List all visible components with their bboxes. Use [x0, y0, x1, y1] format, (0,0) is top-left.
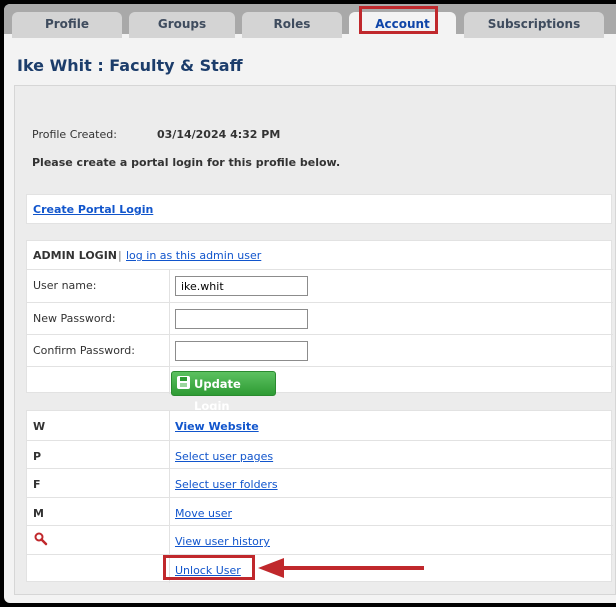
action-code: M — [33, 507, 44, 520]
move-user-link[interactable]: Move user — [175, 507, 232, 520]
header-separator: | — [118, 249, 122, 262]
confirm-password-field[interactable] — [175, 341, 308, 361]
confirm-password-row: Confirm Password: — [27, 334, 613, 366]
select-user-folders-link[interactable]: Select user folders — [175, 478, 278, 491]
page-title: Ike Whit : Faculty & Staff — [17, 56, 243, 75]
tab-profile[interactable]: Profile — [12, 12, 122, 38]
admin-login-heading: ADMIN LOGIN — [33, 249, 118, 262]
view-user-history-link[interactable]: View user history — [175, 535, 270, 548]
select-user-pages-link[interactable]: Select user pages — [175, 450, 273, 463]
confirm-password-label: Confirm Password: — [33, 344, 135, 357]
action-row-move-user: M Move user — [27, 497, 613, 525]
action-code: F — [33, 478, 41, 491]
tab-bar: Profile Groups Roles Account Subscriptio… — [4, 4, 616, 38]
action-row-view-website: W View Website — [27, 411, 613, 440]
magnifier-icon — [34, 532, 48, 546]
save-icon — [177, 376, 190, 389]
admin-login-header-row: ADMIN LOGIN | log in as this admin user — [27, 241, 613, 269]
column-divider — [169, 526, 170, 554]
username-field[interactable] — [175, 276, 308, 296]
username-row: User name: — [27, 269, 613, 302]
username-label: User name: — [33, 279, 97, 292]
pointer-arrow-icon — [258, 558, 424, 578]
action-row-select-folders: F Select user folders — [27, 468, 613, 497]
profile-created-label: Profile Created: — [32, 128, 117, 141]
new-password-field[interactable] — [175, 309, 308, 329]
login-as-admin-link[interactable]: log in as this admin user — [126, 249, 261, 262]
new-password-row: New Password: — [27, 302, 613, 334]
create-login-box: Create Portal Login — [26, 194, 612, 224]
create-portal-login-link[interactable]: Create Portal Login — [33, 203, 153, 216]
action-code: P — [33, 450, 42, 463]
profile-created-value: 03/14/2024 4:32 PM — [157, 128, 281, 141]
tab-roles[interactable]: Roles — [242, 12, 342, 38]
update-login-button[interactable]: Update Login — [171, 371, 276, 413]
column-divider — [169, 303, 170, 334]
column-divider — [169, 335, 170, 366]
tab-groups[interactable]: Groups — [129, 12, 235, 38]
new-password-label: New Password: — [33, 312, 116, 325]
column-divider — [169, 367, 170, 394]
view-website-link[interactable]: View Website — [175, 420, 259, 433]
action-row-user-history: View user history — [27, 525, 613, 554]
portal-login-instruction: Please create a portal login for this pr… — [32, 156, 341, 169]
column-divider — [169, 411, 170, 440]
column-divider — [169, 498, 170, 525]
column-divider — [169, 469, 170, 497]
admin-login-box: ADMIN LOGIN | log in as this admin user … — [26, 240, 613, 413]
account-tab-highlight — [359, 6, 438, 34]
column-divider — [169, 441, 170, 468]
tab-subscriptions[interactable]: Subscriptions — [464, 12, 604, 38]
column-divider — [169, 270, 170, 302]
unlock-user-highlight — [163, 555, 255, 580]
update-login-row: Update Login — [27, 366, 613, 413]
action-code: W — [33, 420, 46, 433]
action-row-select-pages: P Select user pages — [27, 440, 613, 468]
